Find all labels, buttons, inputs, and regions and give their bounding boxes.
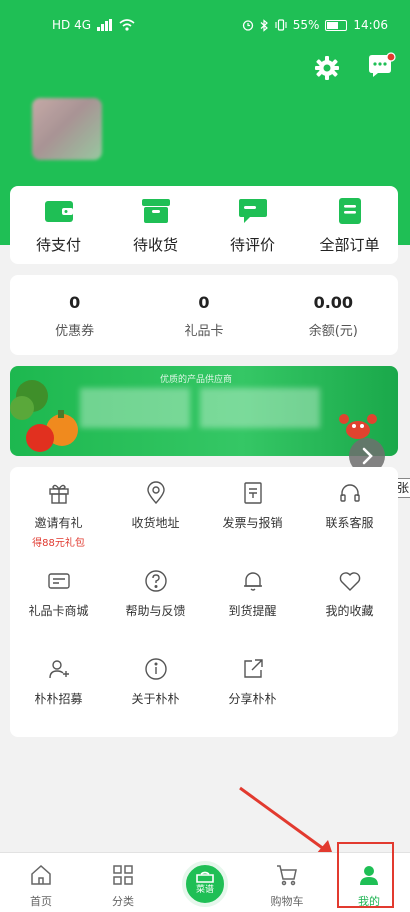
service-label: 礼品卡商城 [28,604,89,618]
service-promo-text: 得88元礼包 [32,538,85,549]
grid-icon [113,865,133,885]
service-label: 发票与报销 [222,516,283,530]
tab-recipes[interactable]: 菜谱 [164,853,246,912]
service-customer-support[interactable]: 联系客服 [301,481,398,549]
bottom-tab-bar: 首页 分类 菜谱 购物车 我的 [0,852,410,912]
tab-label: 分类 [112,895,134,908]
service-label: 我的收藏 [325,604,374,618]
asset-coupons[interactable]: 0 优惠券 [10,275,139,355]
asset-label: 余额(元) [308,324,358,339]
banner-title-blur [200,388,320,428]
service-label: 到货提醒 [228,604,277,618]
service-invoice[interactable]: 发票与报销 [204,481,301,549]
banner-tagline: 优质的产品供应商 [160,375,233,385]
service-label: 邀请有礼 [34,516,83,530]
service-gift-card-mall[interactable]: 礼品卡商城 [10,569,107,637]
service-address[interactable]: 收货地址 [107,481,204,549]
banner-title-blur [80,388,190,428]
battery-percent: 55% [292,18,320,32]
service-label: 关于朴朴 [131,692,180,706]
list-icon [338,198,361,224]
bell-icon [243,572,262,591]
order-all[interactable]: 全部订单 [301,186,398,264]
order-pending-payment[interactable]: 待支付 [10,186,107,264]
services-card: 邀请有礼 得88元礼包 收货地址 发票与报销 联系客服 礼品卡商城 帮助与反馈 … [10,467,398,737]
asset-label: 礼品卡 [184,324,224,339]
service-label: 朴朴招募 [34,692,83,706]
promo-banner[interactable]: 优质的产品供应商 [10,366,398,456]
wifi-icon [119,19,135,31]
order-status-card: 待支付 待收货 待评价 全部订单 [10,186,398,264]
wallet-icon [44,201,73,222]
share-icon [243,659,263,678]
avatar[interactable] [32,98,102,160]
battery-icon [325,19,348,31]
alarm-icon [242,20,253,31]
tab-label: 我的 [358,895,380,908]
vibrate-icon [275,19,287,31]
service-label: 帮助与反馈 [125,604,186,618]
tab-category[interactable]: 分类 [82,853,164,912]
gift-icon [48,484,69,504]
box-icon [141,199,170,223]
asset-label: 优惠券 [55,324,95,339]
info-icon [144,658,167,680]
tab-cart[interactable]: 购物车 [246,853,328,912]
home-icon [31,864,51,885]
card-icon [47,573,70,589]
recipes-center-button[interactable]: 菜谱 [182,861,228,907]
vegetables-illustration [10,380,78,452]
add-user-icon [48,660,69,679]
service-label: 联系客服 [325,516,374,530]
service-help-feedback[interactable]: 帮助与反馈 [107,569,204,637]
asset-value: 0 [198,293,210,312]
asset-value: 0 [69,293,81,312]
service-about[interactable]: 关于朴朴 [107,657,204,725]
asset-gift-cards[interactable]: 0 礼品卡 [139,275,268,355]
headset-icon [339,484,360,502]
service-favorites[interactable]: 我的收藏 [301,569,398,637]
chat-icon[interactable] [366,52,396,82]
user-icon [360,866,378,885]
tab-home[interactable]: 首页 [0,853,82,912]
service-share[interactable]: 分享朴朴 [204,657,301,725]
cart-icon [277,865,297,886]
bluetooth-icon [260,18,268,32]
clock: 14:06 [353,18,388,32]
signal-icon [97,19,113,31]
order-label: 全部订单 [319,236,380,254]
network-indicator: HD 4G [52,18,92,32]
tab-me[interactable]: 我的 [328,853,410,912]
gear-icon[interactable] [314,55,340,81]
asset-balance[interactable]: 0.00 余额(元) [269,275,398,355]
service-label: 收货地址 [131,516,180,530]
service-label: 分享朴朴 [228,692,277,706]
order-pending-receipt[interactable]: 待收货 [107,186,204,264]
heart-icon [339,572,360,591]
order-label: 待收货 [132,236,178,254]
order-label: 待支付 [35,236,81,254]
tab-label: 首页 [30,895,52,908]
assets-card: 0 优惠券 0 礼品卡 0.00 余额(元) [10,275,398,355]
comment-icon [238,199,267,223]
asset-value: 0.00 [313,293,354,312]
location-icon [146,481,165,505]
tab-label: 购物车 [270,895,304,908]
service-recruit[interactable]: 朴朴招募 [10,657,107,725]
invoice-icon [243,482,262,504]
order-label: 待评价 [229,236,275,254]
service-stock-alert[interactable]: 到货提醒 [204,569,301,637]
order-pending-review[interactable]: 待评价 [204,186,301,264]
status-bar: HD 4G 55% 14:06 [0,16,410,38]
help-icon [144,570,167,592]
recipes-center-label: 菜谱 [195,884,214,895]
service-invite[interactable]: 邀请有礼 得88元礼包 [10,481,107,549]
